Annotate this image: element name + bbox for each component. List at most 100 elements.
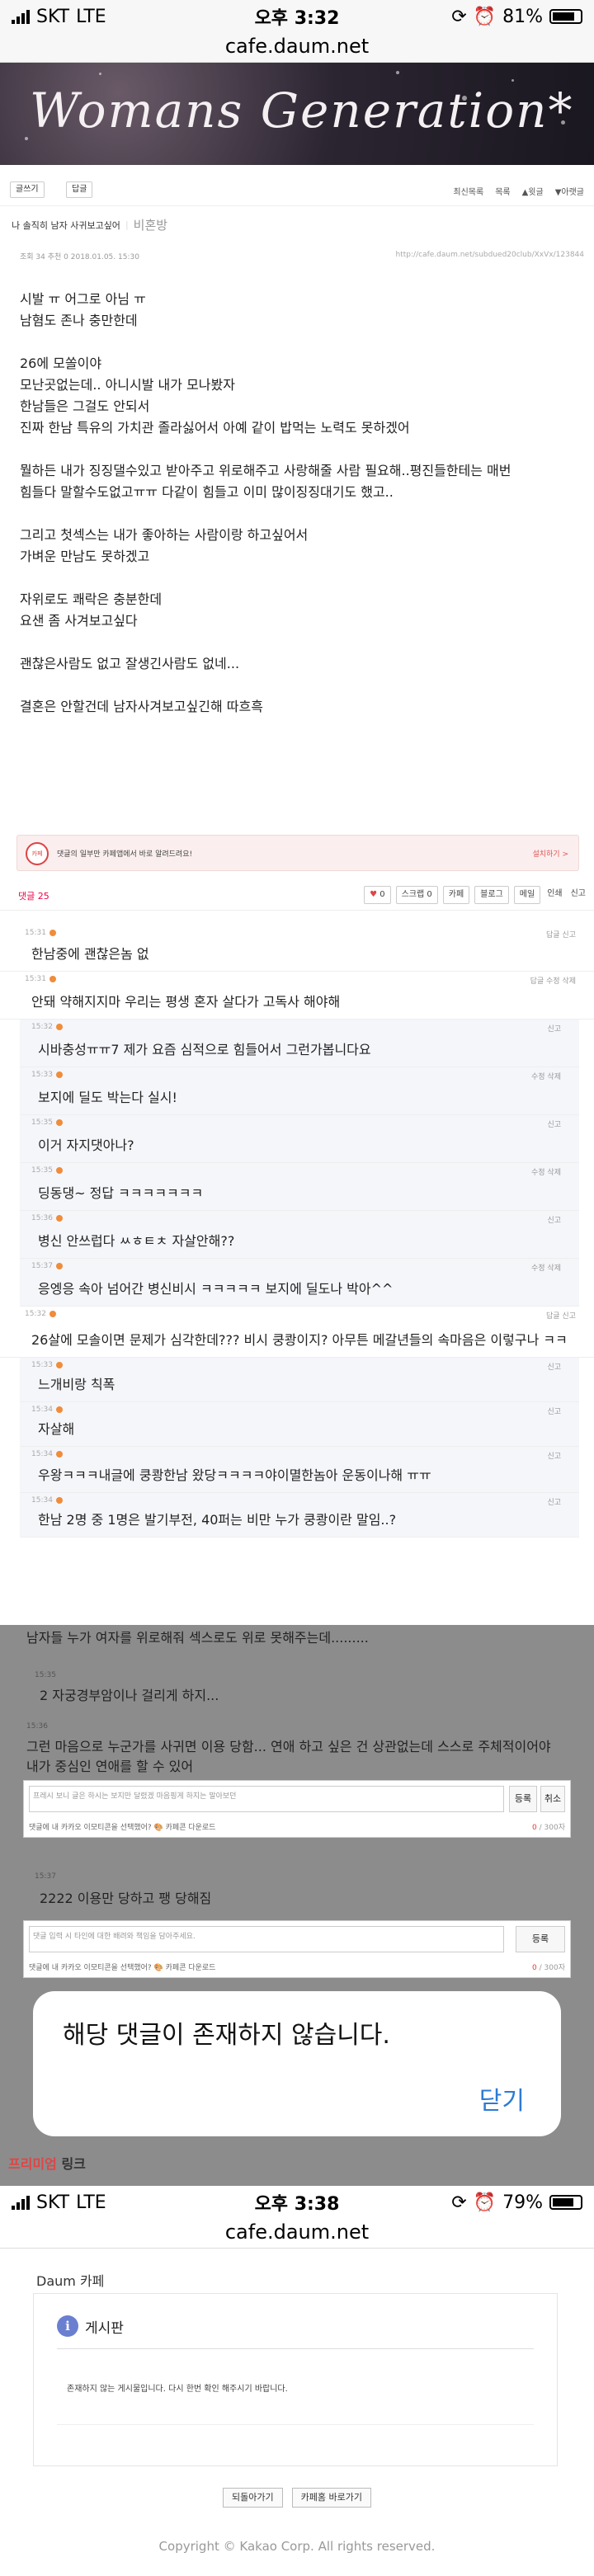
comment-actions[interactable]: 신고 xyxy=(547,1361,561,1372)
post-paragraph: 그리고 첫섹스는 내가 좋아하는 사람이랑 하고싶어서 가벼운 만남도 못하겠고 xyxy=(20,527,309,564)
divider xyxy=(57,2424,534,2425)
comment-actions[interactable]: 답글 수정 삭제 xyxy=(530,975,576,986)
comment-text: 한남중에 괜찮은놈 없 xyxy=(31,946,149,962)
status-right: ⟳ ⏰ 81% xyxy=(451,7,582,27)
reply-bar: 댓글 25 ♥ 0 스크랩 0 카페 블로그 메일 인쇄 신고 xyxy=(0,881,594,911)
daum-cafe-logo[interactable]: Daum 카페 xyxy=(36,2270,104,2290)
comment-actions[interactable]: 답글 신고 xyxy=(546,929,576,940)
comment-actions[interactable]: 수정 삭제 xyxy=(531,1071,561,1081)
comment-actions[interactable]: 신고 xyxy=(547,1496,561,1507)
comment-time: 15:35 xyxy=(31,1166,63,1175)
info-icon: i xyxy=(57,2315,78,2337)
divider xyxy=(57,2348,534,2349)
comment-time: 15:36 xyxy=(31,1214,63,1222)
reply-submit-button[interactable]: 등록 xyxy=(509,1786,537,1812)
comment-actions[interactable]: 신고 xyxy=(547,1406,561,1416)
premium-link-header: 프리미엄 링크 xyxy=(8,2156,86,2172)
post-info: 조회 34 추천 0 2018.01.05. 15:30 xyxy=(20,253,139,261)
toolbar-nav: 최신목록 목록 ▲윗글 ▼아랫글 xyxy=(453,185,584,197)
comment-text: 2222 이용만 당하고 팽 당해짐 xyxy=(40,1891,212,1906)
comment-text: 자살해 xyxy=(38,1421,75,1437)
reply-cancel-button[interactable]: 취소 xyxy=(540,1786,565,1812)
comment-text: 그런 마음으로 누군가를 사귀면 이용 당함... 연애 하고 싶은 건 상관없… xyxy=(26,1739,551,1774)
comment-text: 딩동댕~ 정답 ㅋㅋㅋㅋㅋㅋㅋ xyxy=(38,1185,204,1201)
prev-post-link[interactable]: ▲윗글 xyxy=(522,185,544,197)
post-paragraph: 시발 ㅠ 어그로 아님 ㅠ 남혐도 존나 충만한데 xyxy=(20,291,146,328)
address-bar[interactable]: cafe.daum.net xyxy=(0,33,594,63)
comment-actions[interactable]: 신고 xyxy=(547,1023,561,1034)
share-mail-button[interactable]: 메일 xyxy=(513,886,541,904)
comment-actions[interactable]: 수정 삭제 xyxy=(531,1262,561,1273)
comment-item: 15:35 수정 삭제딩동댕~ 정답 ㅋㅋㅋㅋㅋㅋㅋ xyxy=(20,1163,579,1211)
dialog-close-button[interactable]: 닫기 xyxy=(479,2080,525,2117)
comment-item: 15:37 수정 삭제응엥응 속아 넘어간 병신비시 ㅋㅋㅋㅋㅋ 보지에 딜도나 … xyxy=(20,1259,579,1307)
comment-item: 15:32 신고 시바충성ㅠㅠ7 제가 요즘 심적으로 힘들어서 그런가봅니다요 xyxy=(20,1020,579,1067)
error-card: i 게시판 존재하지 않는 게시물입니다. 다시 한번 확인 해주시기 바랍니다… xyxy=(33,2293,558,2466)
comment-actions[interactable]: 신고 xyxy=(547,1450,561,1461)
error-title: i 게시판 xyxy=(57,2315,124,2337)
comment-text: 응엥응 속아 넘어간 병신비시 ㅋㅋㅋㅋㅋ 보지에 딜도나 박아^^ xyxy=(38,1281,394,1297)
report-button[interactable]: 신고 xyxy=(568,886,587,904)
reply-textarea[interactable]: 프레시 보니 글은 하시는 보지만 달렸겠 마음핑게 하지는 말아보던 xyxy=(29,1786,504,1812)
like-button[interactable]: ♥ 0 xyxy=(364,886,391,904)
cafe-home-button[interactable]: 카페홈 바로가기 xyxy=(291,2488,372,2508)
copyright: Copyright © Kakao Corp. All rights reser… xyxy=(158,2539,436,2554)
reply-form: 댓글 입력 시 타인에 대한 배려와 책임을 담아주세요. 등록 댓글에 내 카… xyxy=(23,1920,571,1978)
reply-textarea[interactable]: 댓글 입력 시 타인에 대한 배려와 책임을 담아주세요. xyxy=(29,1926,504,1952)
comment-actions[interactable]: 수정 삭제 xyxy=(531,1166,561,1177)
write-button[interactable]: 글쓰기 xyxy=(10,181,45,198)
reply-form: 프레시 보니 글은 하시는 보지만 달렸겠 마음핑게 하지는 말아보던 등록 취… xyxy=(23,1780,571,1838)
print-button[interactable]: 인쇄 xyxy=(545,886,564,904)
new-badge-icon xyxy=(55,1166,63,1174)
post-paragraph: 자위로도 쾌락은 충분한데 요샌 좀 사겨보고싶다 xyxy=(20,591,163,629)
new-badge-icon xyxy=(55,1496,63,1504)
comment-item: 15:34 신고 자살해 xyxy=(20,1402,579,1447)
comment-time: 15:32 xyxy=(31,1023,63,1031)
list-link[interactable]: 목록 xyxy=(495,185,510,197)
dialog-message: 해당 댓글이 존재하지 않습니다. xyxy=(63,2021,390,2050)
notice-text: 댓글의 일부만 카페앱에서 바로 알려드려요! xyxy=(57,850,193,859)
comment-actions[interactable]: 답글 신고 xyxy=(546,1310,576,1321)
comment-item: 15:31 답글 신고 한남중에 괜찮은놈 없 xyxy=(0,925,594,972)
back-button[interactable]: 되돌아가기 xyxy=(222,2488,283,2508)
comment-item: 15:31 답글 수정 삭제 안돼 약해지지마 우리는 평생 혼자 살다가 고독사 … xyxy=(0,972,594,1020)
comment-time: 15:37 xyxy=(31,1262,63,1270)
emoticon-options[interactable]: 댓글에 내 카카오 이모티콘을 선택했어? 🎨 카페콘 다운로드 xyxy=(29,1961,215,1972)
board-name[interactable]: 비혼방 xyxy=(134,216,167,233)
scrap-button[interactable]: 스크랩 0 xyxy=(395,886,438,904)
next-post-link[interactable]: ▼아랫글 xyxy=(555,185,584,197)
post-toolbar: 글쓰기 답글 최신목록 목록 ▲윗글 ▼아랫글 xyxy=(0,177,594,206)
alert-dialog: 해당 댓글이 존재하지 않습니다. 닫기 xyxy=(33,1991,561,2136)
comment-actions[interactable]: 신고 xyxy=(547,1214,561,1225)
emoticon-options[interactable]: 댓글에 내 카카오 이모티콘을 선택했어? 🎨 카페콘 다운로드 xyxy=(29,1821,215,1832)
app-notice[interactable]: 카페 댓글의 일부만 카페앱에서 바로 알려드려요! 설치하기 > xyxy=(16,835,579,871)
alarm-icon: ⏰ xyxy=(473,6,497,27)
comment-count[interactable]: 댓글 25 xyxy=(18,889,50,902)
post-paragraph: 뭘하든 내가 징징댈수있고 받아주고 위로해주고 사랑해줄 사람 필요해..평진… xyxy=(20,463,512,500)
like-count: 0 xyxy=(380,890,385,899)
reply-button[interactable]: 답글 xyxy=(66,181,93,198)
install-link[interactable]: 설치하기 > xyxy=(532,848,568,859)
comment-text: 한남 2명 중 1명은 발기부전, 40퍼는 비만 누가 쿵쾅이란 말임..? xyxy=(38,1512,397,1528)
share-cafe-button[interactable]: 카페 xyxy=(442,886,470,904)
cafe-app-icon: 카페 xyxy=(26,842,49,865)
latest-list-link[interactable]: 최신목록 xyxy=(453,185,483,197)
comment-time: 15:31 xyxy=(25,975,56,983)
share-row: ♥ 0 스크랩 0 카페 블로그 메일 인쇄 신고 xyxy=(364,886,587,904)
share-blog-button[interactable]: 블로그 xyxy=(474,886,509,904)
comment-text: 느개비랑 칙폭 xyxy=(38,1377,116,1392)
comment-time: 15:33 xyxy=(31,1361,63,1369)
comment-time: 15:34 xyxy=(31,1450,63,1458)
address-bar[interactable]: cafe.daum.net xyxy=(0,2219,594,2249)
post-title: 나 솔직히 남자 사귀보고싶어 xyxy=(12,219,120,231)
post-url[interactable]: http://cafe.daum.net/subdued20club/XxVx/… xyxy=(396,251,584,259)
new-badge-icon xyxy=(49,929,56,936)
battery-icon xyxy=(549,2195,582,2210)
reply-submit-button[interactable]: 등록 xyxy=(516,1926,565,1952)
comment-text: 26살에 모솔이면 문제가 심각한데??? 비시 쿵쾅이지? 아무튼 메갈년들의… xyxy=(31,1332,568,1348)
comment-actions[interactable]: 신고 xyxy=(547,1118,561,1129)
post-paragraph: 26에 모쏠이야 모난곳없는데.. 아니시발 내가 모나봤자 한남들은 그걸도 … xyxy=(20,356,410,436)
new-badge-icon xyxy=(55,1023,63,1030)
error-buttons: 되돌아가기 카페홈 바로가기 xyxy=(0,2488,594,2508)
comment-text: 우왕ㅋㅋㅋ내글에 쿵쾅한남 왔당ㅋㅋㅋㅋ야이멸한놈아 운동이나해 ㅠㅠ xyxy=(38,1467,431,1483)
